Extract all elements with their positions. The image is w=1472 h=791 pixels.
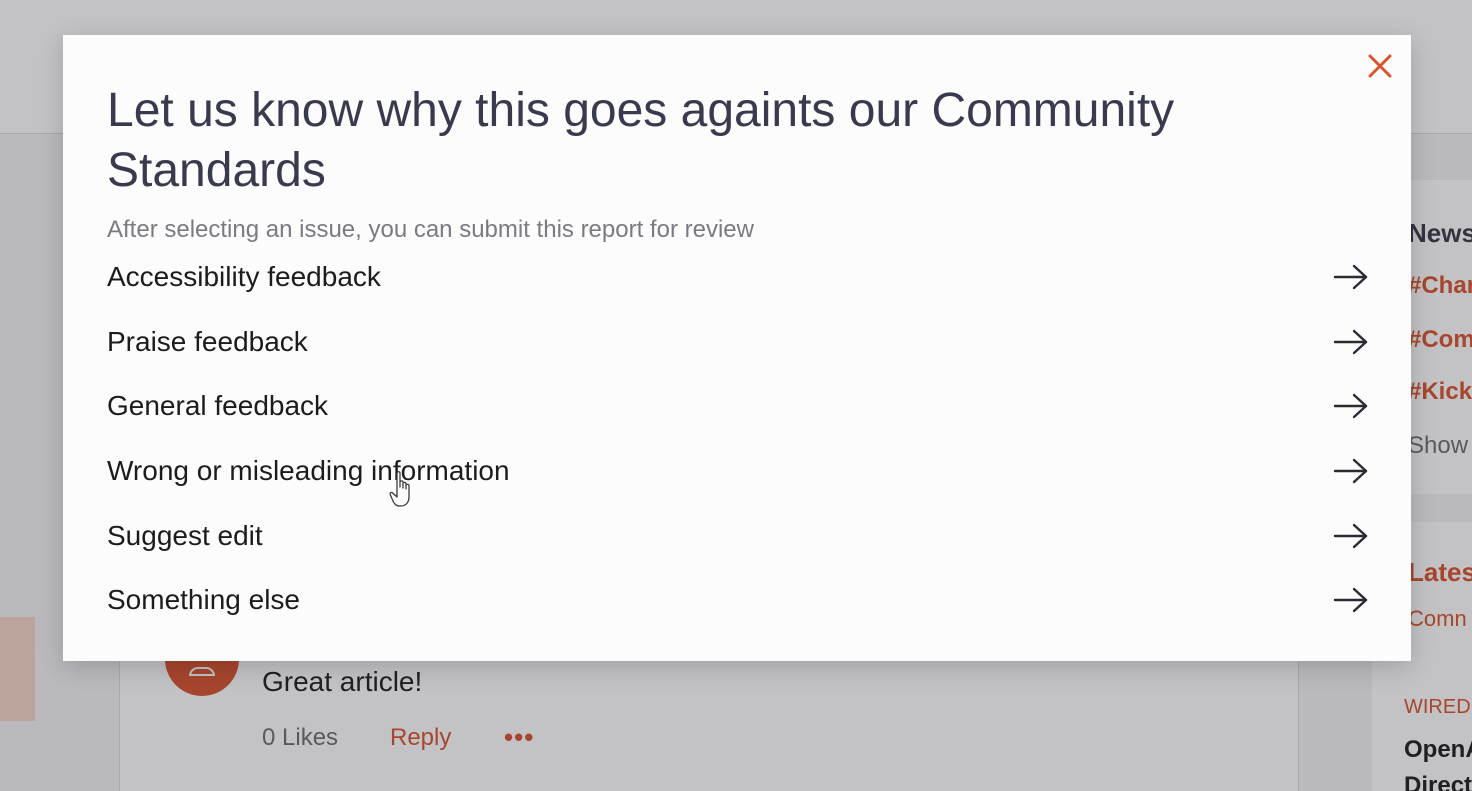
report-dialog: Let us know why this goes againts our Co… <box>63 35 1411 661</box>
option-praise-feedback[interactable]: Praise feedback <box>107 310 1369 375</box>
option-general-feedback[interactable]: General feedback <box>107 374 1369 439</box>
arrow-right-icon <box>1333 523 1368 548</box>
option-accessibility-feedback[interactable]: Accessibility feedback <box>107 245 1369 310</box>
option-label: Something else <box>107 584 301 616</box>
arrow-right-icon <box>1333 265 1368 290</box>
option-label: Praise feedback <box>107 325 308 357</box>
arrow-right-icon <box>1333 394 1368 419</box>
dialog-subtitle: After selecting an issue, you can submit… <box>107 216 754 243</box>
option-wrong-or-misleading-information[interactable]: Wrong or misleading information <box>107 439 1369 504</box>
option-label: Wrong or misleading information <box>107 455 510 487</box>
arrow-right-icon <box>1333 329 1368 355</box>
option-label: Suggest edit <box>107 519 263 551</box>
option-suggest-edit[interactable]: Suggest edit <box>107 503 1369 568</box>
option-something-else[interactable]: Something else <box>107 568 1369 633</box>
close-icon <box>1368 54 1392 78</box>
dialog-title: Let us know why this goes againts our Co… <box>107 84 1175 197</box>
arrow-right-icon <box>1333 588 1368 613</box>
hand-pointer-cursor-icon <box>389 471 410 507</box>
close-button[interactable] <box>1364 50 1396 82</box>
option-label: General feedback <box>107 390 329 422</box>
option-label: Accessibility feedback <box>107 261 381 293</box>
report-options-list: Accessibility feedback Praise feedback G… <box>107 245 1369 633</box>
arrow-right-icon <box>1333 458 1368 484</box>
